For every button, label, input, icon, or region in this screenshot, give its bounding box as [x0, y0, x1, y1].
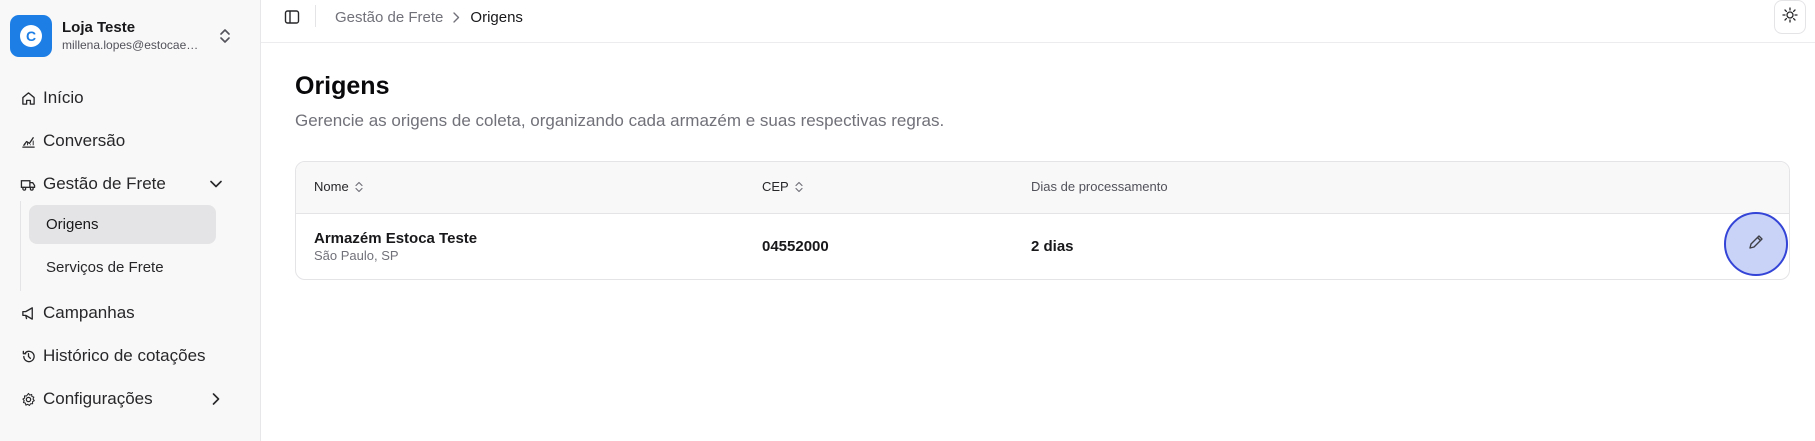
breadcrumb-parent[interactable]: Gestão de Frete: [335, 9, 443, 26]
chevron-right-icon: [208, 391, 224, 407]
sort-icon: [355, 181, 363, 193]
pencil-icon: [1747, 233, 1765, 256]
origin-processing-days: 2 dias: [1031, 238, 1074, 255]
submenu-divider: [20, 201, 21, 291]
sort-icon: [795, 181, 803, 193]
theme-toggle-button[interactable]: [1774, 0, 1806, 34]
sidebar-subitem-origens[interactable]: Origens: [29, 205, 216, 244]
sidebar-item-configuracoes[interactable]: Configurações: [10, 383, 232, 415]
origin-name: Armazém Estoca Teste: [314, 230, 478, 247]
sidebar-item-label: Configurações: [43, 389, 153, 408]
account-name: Loja Teste: [62, 18, 136, 36]
chevrons-up-down-icon[interactable]: [216, 27, 234, 45]
top-bar: Gestão de Frete Origens: [261, 0, 1815, 43]
store-avatar: C: [10, 14, 52, 57]
main-content: Gestão de Frete Origens Origens Gerencie…: [261, 0, 1815, 441]
sidebar: C Loja Teste millena.lopes@estocaestoca.…: [0, 0, 261, 441]
account-info: Loja Teste millena.lopes@estocaestoca.co…: [62, 19, 212, 53]
account-switcher[interactable]: C Loja Teste millena.lopes@estocaestoca.…: [10, 14, 242, 57]
origin-name-cell: Armazém Estoca Teste São Paulo, SP: [314, 230, 477, 264]
column-header-nome[interactable]: Nome: [314, 179, 363, 194]
home-icon: [20, 90, 36, 106]
sidebar-subitem-label: Origens: [46, 216, 99, 233]
column-header-cep[interactable]: CEP: [762, 179, 803, 194]
sidebar-subitem-servicos-de-frete[interactable]: Serviços de Frete: [29, 248, 216, 287]
sidebar-item-gestao-de-frete[interactable]: Gestão de Frete: [10, 168, 232, 200]
sidebar-item-label: Conversão: [43, 131, 126, 150]
origin-location: São Paulo, SP: [314, 248, 399, 263]
sidebar-toggle-icon[interactable]: [283, 8, 301, 26]
edit-origin-button[interactable]: [1724, 212, 1788, 276]
truck-icon: [20, 176, 36, 192]
avatar-letter: C: [26, 28, 36, 44]
page-title: Origens: [295, 72, 390, 100]
breadcrumb: Gestão de Frete Origens: [335, 9, 523, 26]
column-label: Nome: [314, 179, 349, 194]
sidebar-item-label: Gestão de Frete: [43, 174, 166, 193]
sidebar-item-label: Início: [43, 88, 84, 107]
table-header: Nome CEP Dias de processamento: [296, 162, 1789, 214]
sidebar-item-label: Histórico de cotações: [43, 346, 206, 365]
table-row[interactable]: Armazém Estoca Teste São Paulo, SP 04552…: [296, 214, 1789, 279]
sidebar-subitem-label: Serviços de Frete: [46, 259, 164, 276]
sidebar-item-inicio[interactable]: Início: [10, 82, 232, 114]
account-email: millena.lopes@estocaestoca.com.br: [62, 37, 202, 52]
origins-table: Nome CEP Dias de processamento Armazém E…: [295, 161, 1790, 280]
column-label: CEP: [762, 179, 789, 194]
sidebar-item-conversao[interactable]: Conversão: [10, 125, 232, 157]
chart-line-icon: [20, 133, 36, 149]
megaphone-icon: [20, 305, 36, 321]
app-root: C Loja Teste millena.lopes@estocaestoca.…: [0, 0, 1815, 441]
sidebar-item-historico-de-cotacoes[interactable]: Histórico de cotações: [10, 340, 232, 372]
origin-cep: 04552000: [762, 238, 829, 255]
sun-icon: [1782, 6, 1798, 28]
page-subtitle: Gerencie as origens de coleta, organizan…: [295, 111, 945, 130]
column-label: Dias de processamento: [1031, 179, 1168, 194]
sidebar-item-campanhas[interactable]: Campanhas: [10, 297, 232, 329]
history-icon: [20, 348, 36, 364]
topbar-divider: [315, 5, 316, 27]
breadcrumb-current: Origens: [470, 9, 523, 26]
sidebar-item-label: Campanhas: [43, 303, 135, 322]
chevron-right-icon: [453, 12, 460, 23]
chevron-down-icon: [208, 176, 224, 192]
column-header-dias: Dias de processamento: [1031, 179, 1168, 194]
store-logo-icon: C: [20, 24, 42, 47]
gear-icon: [20, 391, 36, 407]
